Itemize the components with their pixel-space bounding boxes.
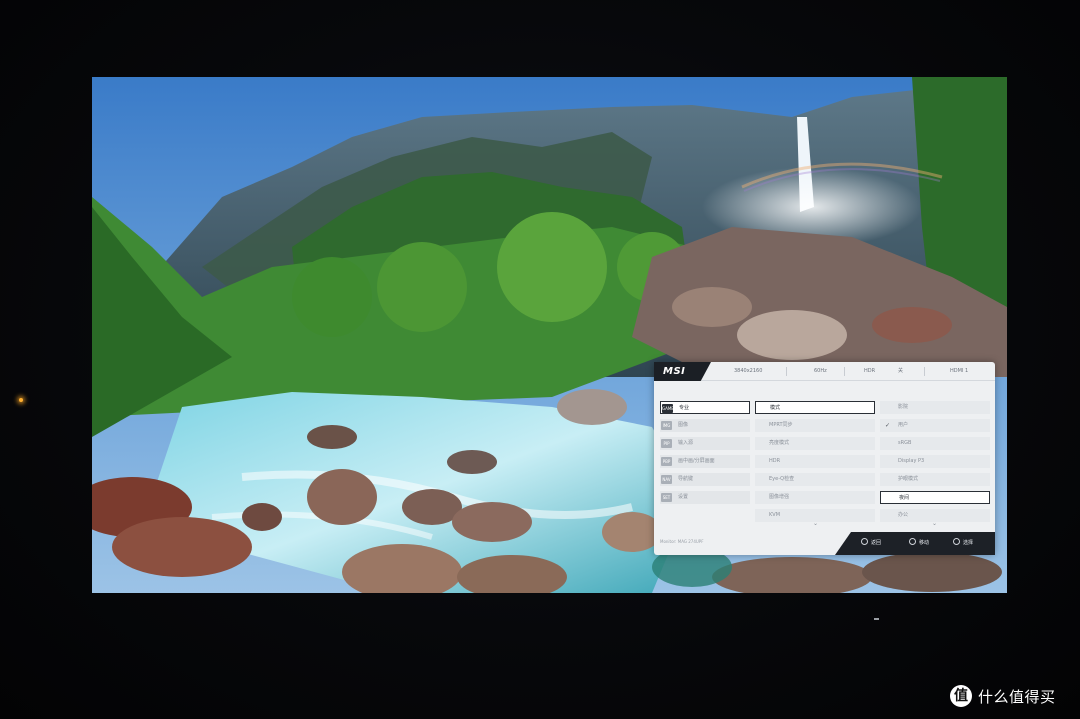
select-button[interactable]: 选择 <box>953 532 973 555</box>
chevron-down-icon: ⌄ <box>932 520 938 527</box>
menu-item-settings[interactable]: SET 设置 <box>660 491 750 504</box>
option-label: 夜间 <box>899 495 910 501</box>
joystick-icon <box>861 538 868 545</box>
option-srgb[interactable]: sRGB <box>880 437 990 450</box>
joystick-icon <box>953 538 960 545</box>
menu-item-pip-pbp[interactable]: PBP 画中画/分屏画面 <box>660 455 750 468</box>
navi-key-icon: NAV <box>661 475 672 484</box>
option-user[interactable]: ✓ 用户 <box>880 419 990 432</box>
status-divider <box>924 367 925 376</box>
option-label: 护眼模式 <box>898 476 919 482</box>
power-led <box>19 398 23 402</box>
submenu-item-brightness-mode[interactable]: 亮度模式 <box>755 437 875 450</box>
move-button[interactable]: 移动 <box>909 532 929 555</box>
status-refresh-rate: 60Hz <box>814 368 827 374</box>
status-input: HDMI 1 <box>950 368 969 374</box>
osd-main-menu: GAME 专业 IMG 图像 PIP 输入源 PBP 画中画/分屏画面 NAV … <box>660 401 750 509</box>
option-label: sRGB <box>898 440 912 446</box>
menu-item-image[interactable]: IMG 图像 <box>660 419 750 432</box>
osd-submenu: 模式 MPRT同步 亮度模式 HDR Eye-Q检查 图像增强 KVM ⌄ <box>755 401 875 527</box>
menu-item-label: 画中画/分屏画面 <box>678 458 715 464</box>
joystick-icon <box>909 538 916 545</box>
submenu-item-mprt-sync[interactable]: MPRT同步 <box>755 419 875 432</box>
status-hdr-label: HDR <box>864 368 876 374</box>
pip-icon: PBP <box>661 457 672 466</box>
option-label: 用户 <box>898 422 909 428</box>
smzdm-logo-icon: 值 <box>950 685 972 707</box>
input-source-icon: PIP <box>661 439 672 448</box>
option-display-p3[interactable]: Display P3 <box>880 455 990 468</box>
move-label: 移动 <box>919 540 930 546</box>
menu-item-label: 导航键 <box>678 476 694 482</box>
status-resolution: 3840x2160 <box>734 368 763 374</box>
osd-status-bar: MSI 3840x2160 60Hz HDR 关 HDMI 1 <box>654 362 995 381</box>
option-cinema[interactable]: 影院 <box>880 401 990 414</box>
check-icon: ✓ <box>885 422 891 429</box>
submenu-item-mode[interactable]: 模式 <box>755 401 875 414</box>
option-label: Display P3 <box>898 458 925 464</box>
menu-item-professional[interactable]: GAME 专业 <box>660 401 750 414</box>
submenu-item-image-enhancement[interactable]: 图像增强 <box>755 491 875 504</box>
osd-options: 影院 ✓ 用户 sRGB Display P3 护眼模式 夜间 办公 ⌄ <box>880 401 990 527</box>
status-divider <box>844 367 845 376</box>
bottom-indicator-light <box>874 618 879 620</box>
monitor-model-label: Monitor: MAG 274UPF <box>660 539 704 544</box>
osd-menu-panel: MSI 3840x2160 60Hz HDR 关 HDMI 1 GAME 专业 … <box>654 362 995 555</box>
image-icon: IMG <box>661 421 672 430</box>
menu-item-label: 输入源 <box>678 440 694 446</box>
chevron-down-icon: ⌄ <box>813 520 819 527</box>
status-hdr-value: 关 <box>898 368 904 374</box>
settings-icon: SET <box>661 493 672 502</box>
back-button[interactable]: 返回 <box>861 532 881 555</box>
menu-item-navi-key[interactable]: NAV 导航键 <box>660 473 750 486</box>
option-night[interactable]: 夜间 <box>880 491 990 504</box>
msi-logo: MSI <box>654 362 711 381</box>
professional-icon: GAME <box>662 404 674 413</box>
option-label: 办公 <box>898 512 909 518</box>
osd-footer: 返回 移动 选择 <box>835 532 995 555</box>
option-eye-care[interactable]: 护眼模式 <box>880 473 990 486</box>
select-label: 选择 <box>963 540 974 546</box>
menu-item-label: 设置 <box>678 494 689 500</box>
menu-item-input-source[interactable]: PIP 输入源 <box>660 437 750 450</box>
back-label: 返回 <box>871 540 882 546</box>
watermark-text: 什么值得买 <box>978 687 1056 706</box>
status-divider <box>786 367 787 376</box>
option-label: 影院 <box>898 404 909 410</box>
menu-item-label: 图像 <box>678 422 689 428</box>
submenu-item-hdr[interactable]: HDR <box>755 455 875 468</box>
menu-item-label: 专业 <box>679 405 690 411</box>
submenu-item-eye-q-check[interactable]: Eye-Q检查 <box>755 473 875 486</box>
watermark: 值 什么值得买 <box>950 684 1056 708</box>
